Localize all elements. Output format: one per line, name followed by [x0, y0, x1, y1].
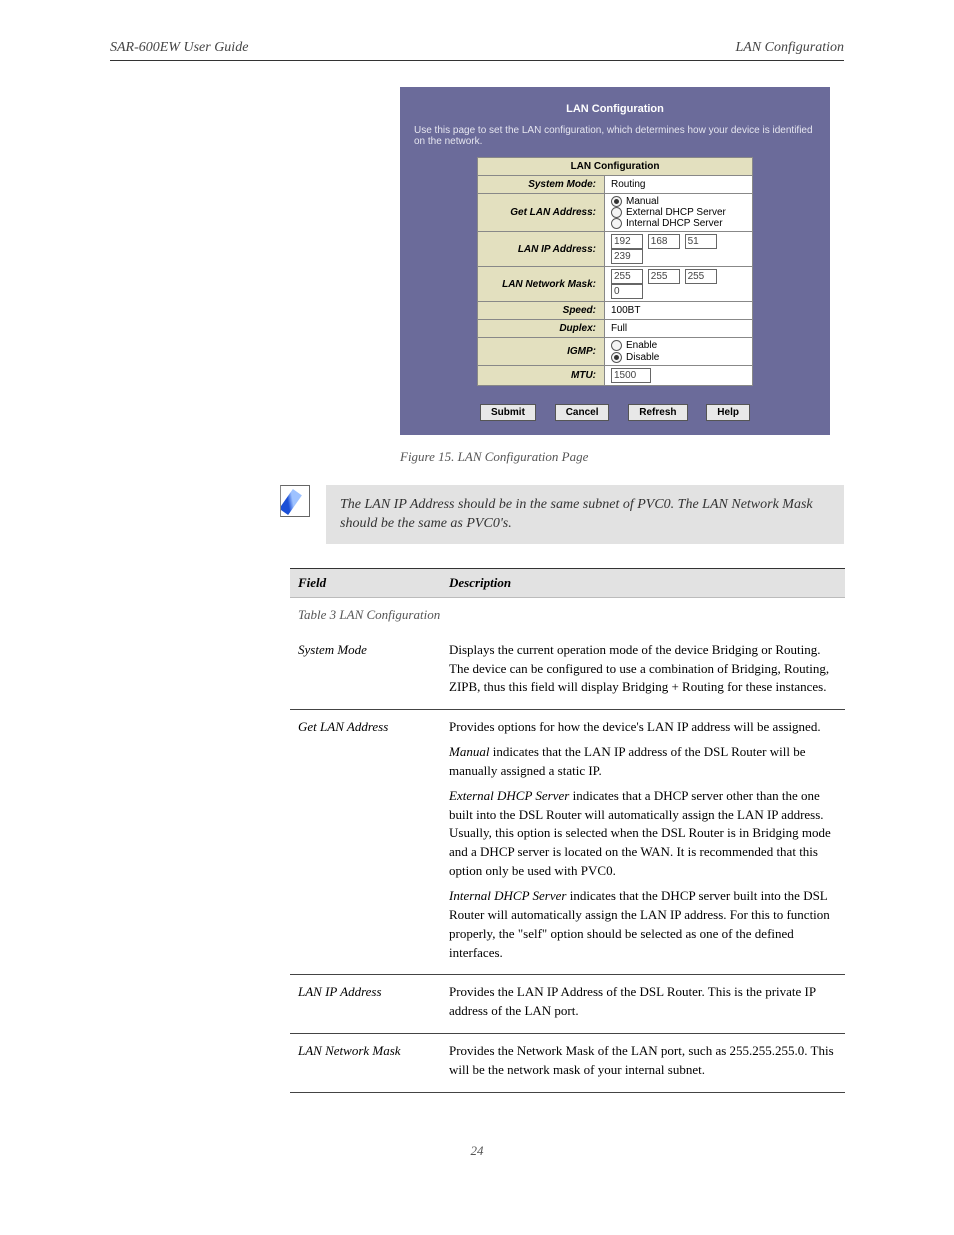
radio-external-dhcp-label: External DHCP Server	[626, 207, 726, 218]
mtu-input[interactable]: 1500	[611, 368, 651, 383]
screenshot-subtitle: Use this page to set the LAN configurati…	[410, 125, 820, 147]
screenshot-title: LAN Configuration	[410, 97, 820, 125]
lan-config-table: LAN Configuration System Mode: Routing G…	[477, 157, 753, 386]
lan-ip-octet-4[interactable]: 239	[611, 249, 643, 264]
label-duplex: Duplex:	[478, 320, 605, 338]
t3-row1-desc: Provides options for how the device's LA…	[441, 710, 845, 975]
radio-igmp-enable-label: Enable	[626, 341, 657, 352]
lan-ip-octet-2[interactable]: 168	[648, 234, 680, 249]
figure-caption: Figure 15. LAN Configuration Page	[400, 449, 844, 465]
table-3-head-field: Field	[290, 568, 441, 597]
submit-button[interactable]: Submit	[480, 404, 536, 421]
label-lan-ip: LAN IP Address:	[478, 232, 605, 267]
table-3-head-desc: Description	[441, 568, 845, 597]
label-igmp: IGMP:	[478, 338, 605, 365]
radio-internal-dhcp[interactable]	[611, 218, 622, 229]
screenshot-button-row: Submit Cancel Refresh Help	[410, 404, 820, 421]
cfg-table-header: LAN Configuration	[478, 158, 753, 176]
radio-internal-dhcp-label: Internal DHCP Server	[626, 218, 723, 229]
note-row: The LAN IP Address should be in the same…	[280, 485, 844, 544]
value-speed: 100BT	[605, 302, 753, 320]
label-get-lan: Get LAN Address:	[478, 194, 605, 232]
value-get-lan: Manual External DHCP Server Internal DHC…	[605, 194, 753, 232]
header-rule	[110, 60, 844, 61]
value-mtu: 1500	[605, 365, 753, 385]
header-right: LAN Configuration	[735, 40, 844, 56]
t3-row1-desc-lead: Provides options for how the device's LA…	[449, 719, 821, 734]
t3-row2-desc: Provides the LAN IP Address of the DSL R…	[441, 975, 845, 1034]
value-igmp: Enable Disable	[605, 338, 753, 365]
header-left: SAR-600EW User Guide	[110, 40, 248, 56]
lan-ip-octet-1[interactable]: 192	[611, 234, 643, 249]
figure-screenshot: LAN Configuration Use this page to set t…	[400, 87, 830, 435]
value-lan-ip: 192 168 51 239	[605, 232, 753, 267]
note-box: The LAN IP Address should be in the same…	[326, 485, 844, 544]
label-speed: Speed:	[478, 302, 605, 320]
t3-row0-desc: Displays the current operation mode of t…	[441, 633, 845, 710]
netmask-octet-3[interactable]: 255	[685, 269, 717, 284]
radio-igmp-disable-label: Disable	[626, 352, 659, 363]
value-system-mode: Routing	[605, 176, 753, 194]
page-number: 24	[110, 1143, 844, 1159]
note-icon	[280, 485, 310, 517]
radio-manual[interactable]	[611, 196, 622, 207]
t3-row3-field: LAN Network Mask	[290, 1034, 441, 1093]
value-duplex: Full	[605, 320, 753, 338]
table-3-caption: Table 3 LAN Configuration	[290, 597, 845, 632]
netmask-octet-4[interactable]: 0	[611, 284, 643, 299]
t3-row1-opt0: Manual indicates that the LAN IP address…	[449, 743, 837, 781]
table-3: Table 3 LAN Configuration Field Descript…	[290, 568, 845, 1093]
page-header: SAR-600EW User Guide LAN Configuration	[110, 40, 844, 56]
label-netmask: LAN Network Mask:	[478, 267, 605, 302]
t3-row1-opt2: Internal DHCP Server indicates that the …	[449, 887, 837, 962]
radio-external-dhcp[interactable]	[611, 207, 622, 218]
cancel-button[interactable]: Cancel	[555, 404, 610, 421]
value-netmask: 255 255 255 0	[605, 267, 753, 302]
lan-ip-octet-3[interactable]: 51	[685, 234, 717, 249]
netmask-octet-1[interactable]: 255	[611, 269, 643, 284]
t3-row3-desc: Provides the Network Mask of the LAN por…	[441, 1034, 845, 1093]
t3-row2-field: LAN IP Address	[290, 975, 441, 1034]
t3-row1-field: Get LAN Address	[290, 710, 441, 975]
refresh-button[interactable]: Refresh	[628, 404, 687, 421]
radio-manual-label: Manual	[626, 196, 659, 207]
netmask-octet-2[interactable]: 255	[648, 269, 680, 284]
radio-igmp-disable[interactable]	[611, 352, 622, 363]
t3-row1-opt1: External DHCP Server indicates that a DH…	[449, 787, 837, 881]
label-mtu: MTU:	[478, 365, 605, 385]
t3-row0-field: System Mode	[290, 633, 441, 710]
label-system-mode: System Mode:	[478, 176, 605, 194]
help-button[interactable]: Help	[706, 404, 750, 421]
radio-igmp-enable[interactable]	[611, 340, 622, 351]
